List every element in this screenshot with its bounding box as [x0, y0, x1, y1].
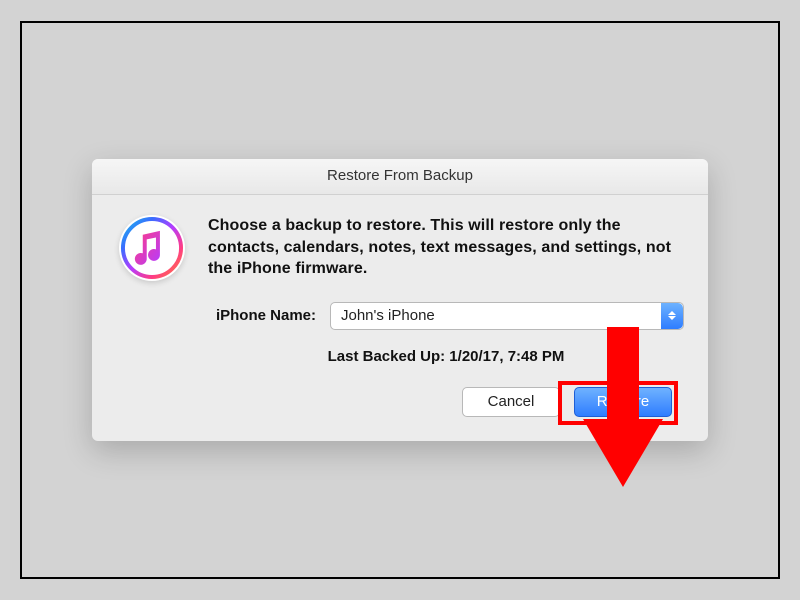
cursor-icon: [618, 380, 636, 402]
chevron-down-icon: [668, 316, 676, 320]
cancel-button[interactable]: Cancel: [462, 387, 560, 417]
device-row: iPhone Name: John's iPhone: [208, 302, 684, 330]
device-label: iPhone Name:: [208, 307, 316, 324]
outer-frame: Restore From Backup: [20, 21, 780, 579]
dialog-content: Choose a backup to restore. This will re…: [208, 215, 684, 417]
last-backup-text: Last Backed Up: 1/20/17, 7:48 PM: [208, 348, 684, 365]
restore-button[interactable]: Restore: [574, 387, 672, 417]
device-select[interactable]: John's iPhone: [330, 302, 684, 330]
select-stepper-icon: [661, 303, 683, 329]
app-icon-wrap: [116, 215, 188, 417]
itunes-icon: [119, 215, 185, 281]
dialog-buttons: Cancel Restore: [208, 387, 684, 417]
restore-dialog: Restore From Backup: [92, 159, 708, 441]
dialog-description: Choose a backup to restore. This will re…: [208, 215, 684, 280]
dialog-title: Restore From Backup: [92, 159, 708, 195]
chevron-up-icon: [668, 311, 676, 315]
device-select-value: John's iPhone: [341, 307, 435, 324]
dialog-body: Choose a backup to restore. This will re…: [92, 195, 708, 417]
cancel-button-label: Cancel: [488, 393, 535, 410]
